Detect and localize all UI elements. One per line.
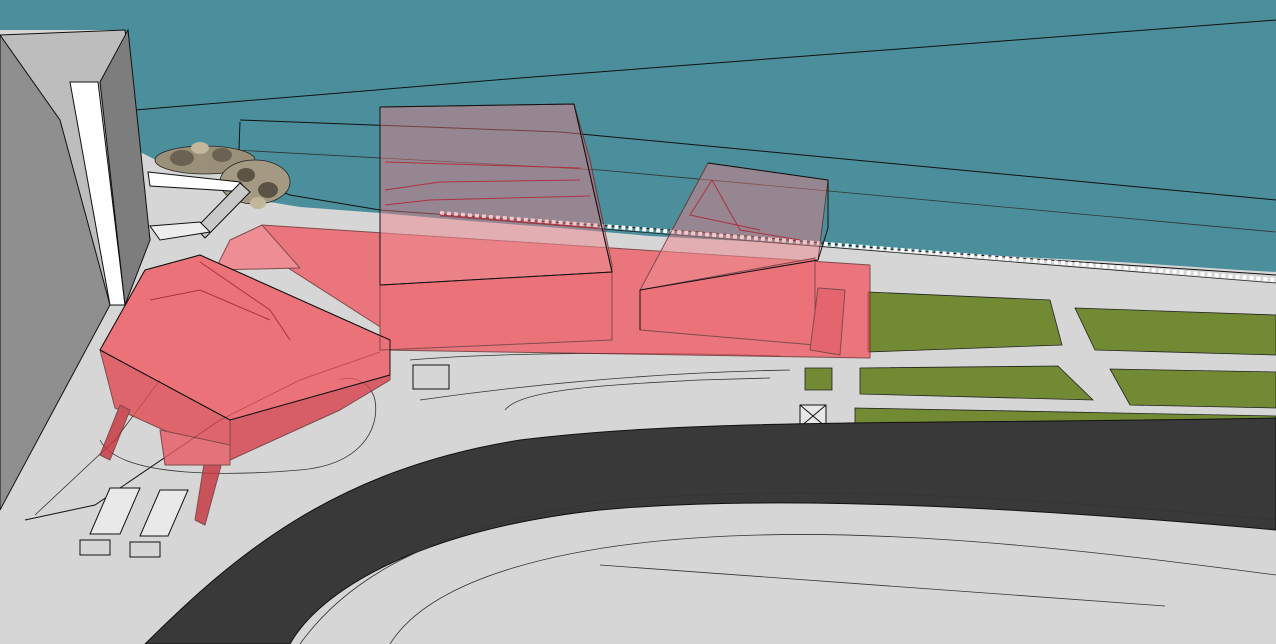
site-model-viewport: [0, 0, 1276, 644]
mass-tall-block: [379, 103, 613, 286]
